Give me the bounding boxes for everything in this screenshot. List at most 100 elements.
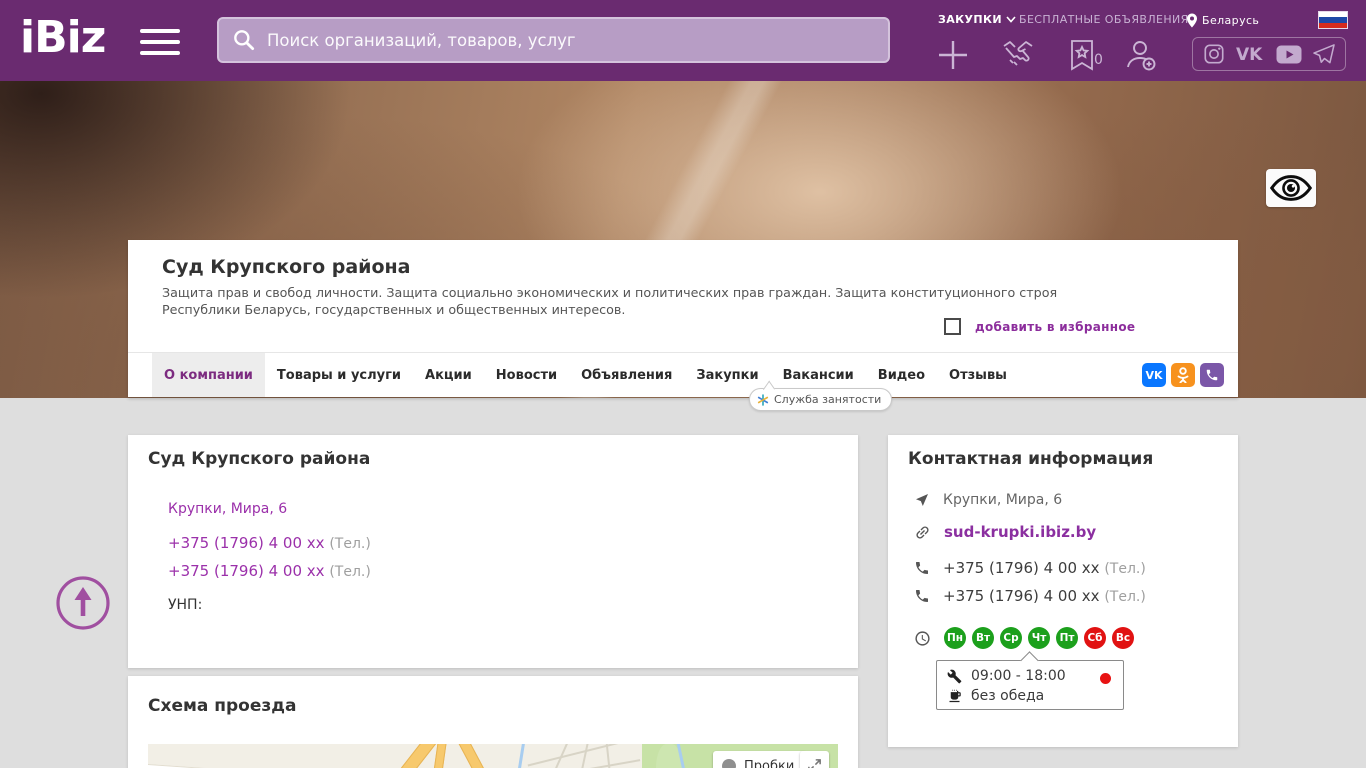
contact-website-row: sud-krupki.ibiz.by xyxy=(914,523,1096,541)
map-card-title: Схема проезда xyxy=(148,696,297,716)
tab-about[interactable]: О компании xyxy=(152,353,265,397)
traffic-light-icon xyxy=(722,759,736,768)
vk-share-icon[interactable]: VK xyxy=(1142,363,1166,387)
map-river xyxy=(508,744,526,768)
search-input[interactable] xyxy=(267,30,876,50)
favorites-count: 0 xyxy=(1094,52,1103,68)
day-fri[interactable]: Пт xyxy=(1056,627,1078,649)
company-title: Суд Крупского района xyxy=(162,256,411,278)
nav-free-ads-label: БЕСПЛАТНЫЕ ОБЪЯВЛЕНИЯ xyxy=(1019,13,1189,26)
viber-icon[interactable] xyxy=(1200,363,1224,387)
nav-zakupki-label: ЗАКУПКИ xyxy=(938,13,1003,26)
search-bar xyxy=(217,17,890,63)
chevron-down-icon xyxy=(1006,16,1016,23)
favorite-checkbox[interactable] xyxy=(944,318,961,335)
tab-ads[interactable]: Объявления xyxy=(569,353,684,397)
nav-free-ads[interactable]: БЕСПЛАТНЫЕ ОБЪЯВЛЕНИЯ xyxy=(1019,13,1189,26)
day-tue[interactable]: Вт xyxy=(972,627,994,649)
tab-news[interactable]: Новости xyxy=(484,353,569,397)
phone-icon xyxy=(916,590,928,602)
add-plus-icon[interactable] xyxy=(933,36,973,74)
employment-service-icon xyxy=(757,393,769,406)
phone-number-link[interactable]: +375 (1796) 4 00 xx xyxy=(168,562,325,580)
odnoklassniki-icon[interactable] xyxy=(1171,363,1195,387)
arrow-up-circle-icon xyxy=(56,576,110,630)
contact-phone[interactable]: +375 (1796) 4 00 xx (Тел.) xyxy=(943,587,1146,605)
map-street xyxy=(565,744,592,768)
working-days-row: Пн Вт Ср Чт Пт Сб Вс xyxy=(914,627,1134,649)
location-pin-icon xyxy=(1187,13,1197,28)
add-to-favorites: добавить в избранное xyxy=(944,318,1135,335)
company-social-buttons: VK xyxy=(1142,353,1224,397)
company-description: Защита прав и свобод личности. Защита со… xyxy=(162,285,1058,318)
instagram-icon[interactable] xyxy=(1203,43,1225,65)
phone-number: +375 (1796) 4 00 xx xyxy=(943,559,1100,577)
employment-service-label: Служба занятости xyxy=(774,393,882,406)
telegram-icon[interactable] xyxy=(1312,44,1335,64)
phone-type-label: (Тел.) xyxy=(329,536,371,552)
phone-type-label: (Тел.) xyxy=(1104,589,1146,605)
map-fullscreen-button[interactable] xyxy=(800,751,829,768)
phone-icon xyxy=(916,562,928,574)
contact-phone-row-1: +375 (1796) 4 00 xx (Тел.) xyxy=(914,559,1146,577)
about-phone-2: +375 (1796) 4 00 xx (Тел.) xyxy=(168,562,371,580)
route-map[interactable]: Пробки xyxy=(148,744,838,768)
direction-arrow-icon xyxy=(916,494,928,506)
lunch-row: без обеда xyxy=(947,686,1113,706)
employment-service-badge[interactable]: Служба занятости xyxy=(749,388,893,411)
company-header-card: Суд Крупского района Защита прав и свобо… xyxy=(128,240,1238,397)
traffic-button-label: Пробки xyxy=(744,758,795,768)
contact-phone-row-2: +375 (1796) 4 00 xx (Тел.) xyxy=(914,587,1146,605)
expand-arrows-icon xyxy=(808,759,821,768)
work-tools-icon xyxy=(947,669,962,683)
nav-location[interactable]: Беларусь xyxy=(1186,13,1259,28)
header: iBiz ЗАКУПКИ БЕСПЛАТНЫЕ ОБЪЯВЛЕНИЯ Белар… xyxy=(0,0,1366,81)
working-days: Пн Вт Ср Чт Пт Сб Вс xyxy=(944,627,1134,649)
day-sun[interactable]: Вс xyxy=(1112,627,1134,649)
day-wed[interactable]: Ср xyxy=(1000,627,1022,649)
language-flag-ru[interactable] xyxy=(1318,11,1348,29)
phone-number: +375 (1796) 4 00 xx xyxy=(943,587,1100,605)
contact-info-card: Контактная информация Крупки, Мира, 6 su… xyxy=(888,435,1238,747)
youtube-icon[interactable] xyxy=(1276,45,1302,64)
site-logo[interactable]: iBiz xyxy=(20,12,106,63)
vk-icon[interactable]: VK xyxy=(1236,45,1266,63)
svg-text:VK: VK xyxy=(1236,45,1263,63)
header-social-links: VK xyxy=(1192,37,1346,71)
scroll-to-top-button[interactable] xyxy=(55,575,111,631)
nav-zakupki[interactable]: ЗАКУПКИ xyxy=(938,13,1016,26)
about-address-link[interactable]: Крупки, Мира, 6 xyxy=(168,501,287,517)
company-tabs: О компании Товары и услуги Акции Новости… xyxy=(128,352,1238,397)
traffic-toggle-button[interactable]: Пробки xyxy=(713,751,807,768)
partnership-handshake-icon[interactable] xyxy=(998,36,1038,74)
coffee-cup-icon xyxy=(949,689,961,702)
about-phone-1: +375 (1796) 4 00 xx (Тел.) xyxy=(168,534,371,552)
clock-icon xyxy=(915,630,930,646)
tab-promotions[interactable]: Акции xyxy=(413,353,484,397)
contact-phone[interactable]: +375 (1796) 4 00 xx (Тел.) xyxy=(943,559,1146,577)
accessibility-eye-button[interactable] xyxy=(1266,169,1316,207)
website-link[interactable]: sud-krupki.ibiz.by xyxy=(944,523,1096,541)
day-sat[interactable]: Сб xyxy=(1084,627,1106,649)
contact-address: Крупки, Мира, 6 xyxy=(943,492,1063,508)
contact-address-row: Крупки, Мира, 6 xyxy=(914,492,1062,508)
unp-label: УНП: xyxy=(168,597,203,613)
menu-hamburger-icon[interactable] xyxy=(140,29,180,55)
day-mon[interactable]: Пн xyxy=(944,627,966,649)
page: iBiz ЗАКУПКИ БЕСПЛАТНЫЕ ОБЪЯВЛЕНИЯ Белар… xyxy=(0,0,1366,768)
day-thu[interactable]: Чт xyxy=(1028,627,1050,649)
about-card-title: Суд Крупского района xyxy=(148,449,371,469)
tab-products[interactable]: Товары и услуги xyxy=(265,353,413,397)
tab-reviews[interactable]: Отзывы xyxy=(937,353,1019,397)
login-person-add-icon[interactable] xyxy=(1120,36,1160,74)
contact-card-title: Контактная информация xyxy=(908,449,1154,469)
hours-row: 09:00 - 18:00 xyxy=(947,666,1113,686)
link-icon xyxy=(916,525,929,539)
vk-glyph: VK xyxy=(1145,368,1163,382)
favorite-label[interactable]: добавить в избранное xyxy=(975,320,1135,334)
lunch-label: без обеда xyxy=(971,688,1045,704)
status-dot xyxy=(1100,673,1111,684)
phone-type-label: (Тел.) xyxy=(1104,561,1146,577)
phone-number-link[interactable]: +375 (1796) 4 00 xx xyxy=(168,534,325,552)
eye-icon xyxy=(1270,175,1312,201)
